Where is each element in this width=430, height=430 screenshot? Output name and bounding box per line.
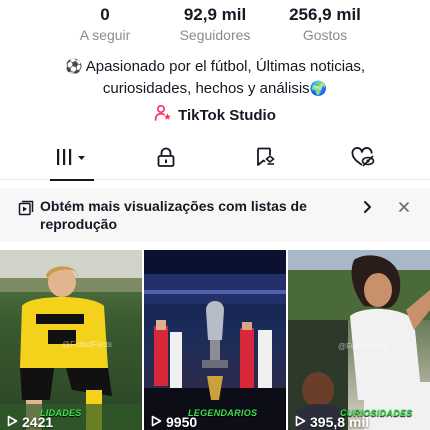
tab-reposts[interactable] [229, 138, 301, 180]
stat-followers[interactable]: 92,9 mil Seguidores [160, 4, 270, 44]
following-label: A seguir [79, 27, 131, 43]
tab-videos[interactable] [36, 138, 108, 181]
followers-label: Seguidores [179, 27, 251, 43]
thumbnail-art [288, 250, 430, 430]
video-thumbnail[interactable]: CURIOSIDADES @FutbolFacts 395,8 mil [288, 250, 430, 430]
view-count-text: 2421 [22, 414, 54, 430]
likes-count: 256,9 mil [289, 5, 361, 24]
playlist-icon [18, 200, 34, 221]
video-watermark: @FutbolFacts [62, 340, 112, 349]
tab-private[interactable] [130, 138, 202, 180]
chevron-right-icon[interactable] [358, 198, 376, 216]
grid-icon [55, 147, 89, 172]
play-icon [6, 414, 18, 430]
followers-count: 92,9 mil [183, 5, 247, 24]
video-caption: LEGENDARIOS [188, 408, 258, 418]
likes-label: Gostos [302, 27, 348, 43]
close-icon[interactable] [395, 198, 413, 216]
video-thumbnail[interactable]: LIDADES @FutbolFacts 2421 [0, 250, 142, 430]
video-grid: LIDADES @FutbolFacts 2421 LEGENDARIOS 99… [0, 250, 430, 430]
tab-liked[interactable] [327, 138, 399, 180]
view-count: 2421 [6, 414, 53, 430]
thumbnail-art [144, 250, 286, 430]
play-icon [294, 414, 306, 430]
profile-bio: ⚽ Apasionado por el fútbol, Últimas noti… [30, 56, 400, 100]
tiktok-studio-label: TikTok Studio [178, 106, 276, 124]
following-count: 0 [100, 5, 110, 24]
profile-tabs [0, 138, 430, 181]
video-thumbnail[interactable]: LEGENDARIOS 9950 [144, 250, 286, 430]
lock-icon [155, 146, 177, 173]
person-star-icon [154, 104, 172, 127]
view-count: 395,8 mil [294, 414, 369, 430]
stat-likes[interactable]: 256,9 mil Gostos [270, 4, 380, 44]
view-count-text: 9950 [166, 414, 198, 430]
heart-hidden-icon [350, 145, 376, 174]
view-count-text: 395,8 mil [310, 414, 370, 430]
video-watermark: @FutbolFacts [338, 342, 388, 351]
tiktok-studio-link[interactable]: TikTok Studio [0, 104, 430, 126]
soccer-ball-emoji: ⚽ [64, 59, 83, 75]
globe-emoji: 🌍 [309, 81, 328, 97]
stat-following[interactable]: 0 A seguir [50, 4, 160, 44]
profile-stats: 0 A seguir 92,9 mil Seguidores 256,9 mil… [0, 4, 430, 48]
bookmark-repost-icon [253, 145, 277, 174]
playlist-promo-banner[interactable]: Obtém mais visualizações com listas de r… [0, 188, 430, 242]
play-icon [150, 414, 162, 430]
view-count: 9950 [150, 414, 197, 430]
banner-text: Obtém mais visualizações com listas de r… [40, 198, 307, 232]
tab-selected-indicator [50, 179, 94, 181]
